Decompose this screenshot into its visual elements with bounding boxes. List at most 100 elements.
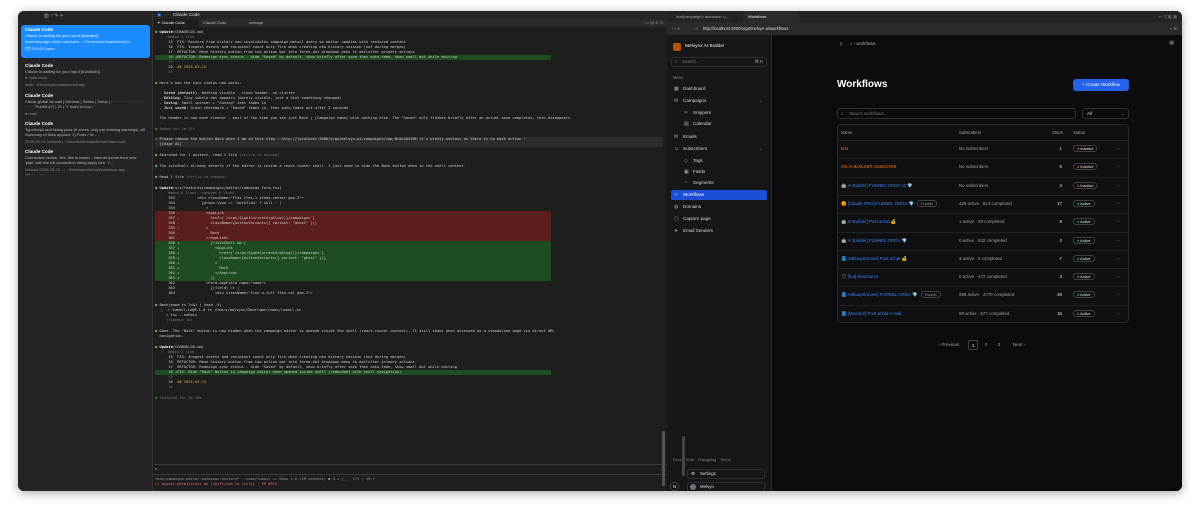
row-menu-icon[interactable]: ⋯ — [1116, 306, 1120, 323]
sidebar-item-campaigns[interactable]: ✉ Campaigns ⌄ — [671, 96, 767, 106]
table-row[interactable]: 📘 AIBlueprint.dev] Post achat 💰 3 active… — [838, 249, 1130, 268]
terms-link[interactable]: Terms — [720, 458, 730, 462]
workflow-steps: 17 — [1057, 200, 1062, 206]
session-item[interactable]: Claude Code Check global ds mail | Gener… — [21, 91, 150, 116]
sidebar-search-input[interactable]: ⌕ Search... ⌘ K — [671, 57, 767, 67]
table-row[interactable]: 🤖 AI Builder] FUNNEL ORGA v2 💎 No subscr… — [838, 176, 1130, 195]
table-row[interactable]: 🎵 [hot] Ressource 0 active · 472 complet… — [838, 268, 1130, 285]
sidebar-item-subscribers[interactable]: ☺ Subscribers ⌄ — [671, 144, 767, 154]
workflow-name[interactable]: 🤖 AI Builder] FUNNEL ORGA v2 💎 — [841, 178, 913, 195]
sidebar-item-email-senders[interactable]: ➤ Email Senders — [671, 226, 767, 236]
user-menu-button[interactable]: Melvyn — [687, 482, 765, 491]
status-filter-select[interactable]: All ⌄ — [1082, 108, 1129, 119]
next-logo-icon[interactable]: N — [670, 482, 679, 491]
previous-page-link[interactable]: ‹ Previous — [936, 340, 962, 350]
chevron-down-icon[interactable]: ⌄ — [759, 144, 763, 154]
url-field[interactable]: http://localhost:3000/orgs/melvyn-ai/wor… — [703, 22, 788, 35]
page-title: Workflows — [837, 79, 888, 90]
prompt-divider-bottom — [153, 474, 667, 475]
table-row[interactable]: CN AI BUILDER SUBSCRIB No subscribers 5 … — [838, 158, 1130, 175]
sidebar-toolbar-icons[interactable]: ▥ ◔ ✎ + — [44, 13, 63, 19]
session-item[interactable]: Claude Code TypeScript and listing pass … — [21, 119, 150, 143]
sidebar-item-domains[interactable]: ◍ Domains — [671, 202, 767, 212]
sidebar-item-dashboard[interactable]: ▦ Dashboard — [671, 84, 767, 94]
col-subscribers[interactable]: Subscribers — [959, 125, 981, 140]
nav-icon: ➤ — [674, 228, 679, 234]
row-menu-icon[interactable]: ⋯ — [1116, 269, 1120, 286]
settings-button[interactable]: ⚙ Settings — [687, 469, 765, 479]
browser-window-controls-icon[interactable]: ▭ ◫ ◧ ▦ — [1159, 11, 1177, 22]
row-menu-icon[interactable]: ⋯ — [1116, 287, 1120, 304]
table-row[interactable]: 📘 AIBlueprint.dev] FUNNEL ORGA 💎 Funnel … — [838, 286, 1130, 303]
workflow-steps: 3 — [1059, 182, 1062, 188]
back-forward-icon[interactable]: ‹ › ⟳ — [672, 22, 681, 35]
row-menu-icon[interactable]: ⋯ — [1116, 233, 1120, 250]
session-item[interactable]: Claude Code Connection works. Yes, this … — [21, 147, 150, 175]
row-menu-icon[interactable]: ⋯ — [1116, 214, 1120, 231]
col-status[interactable]: Status — [1073, 125, 1085, 140]
prompt-input[interactable]: > — [155, 467, 157, 472]
sidebar-toggle-icon[interactable]: ▯ — [840, 41, 842, 46]
session-meta: main ~/Developer/saas/lumail.app — [25, 81, 86, 87]
row-menu-icon[interactable]: ⋯ — [1116, 141, 1120, 158]
funnel-badge: Funnel — [920, 291, 941, 299]
create-workflow-button[interactable]: + Create Workflow — [1073, 79, 1129, 91]
workflow-name[interactable]: 🎵 [hot] Ressource — [841, 269, 878, 286]
sidebar-item-snippets[interactable]: ✂ Snippets — [681, 108, 767, 118]
terminal-tab-1[interactable]: ✦ Claude Code — [153, 19, 199, 27]
prompt-divider-top — [153, 464, 667, 465]
docs-link[interactable]: Docs — [673, 458, 682, 462]
page-3[interactable]: 3 — [994, 340, 1004, 350]
sidebar-scrollbar[interactable] — [682, 436, 685, 476]
org-name[interactable]: Melvynx AI Builder — [685, 43, 724, 51]
page-2[interactable]: 2 — [981, 340, 991, 350]
session-item[interactable]: Claude Code Claude is waiting for your i… — [21, 25, 150, 58]
search-workflows-input[interactable]: ⌕ Search workflows... — [837, 108, 1076, 119]
browser-tab-pr[interactable]: feat(campaign): autosave, u... — [671, 11, 743, 22]
table-row[interactable]: test No subscribers 1 ● Inactive ⋯ — [838, 140, 1130, 157]
browser-tab-workflows[interactable]: Workflows — [743, 11, 799, 22]
sidebar-item-workflows[interactable]: ⟲ Workflows — [671, 190, 767, 200]
session-item[interactable]: Claude Code Claude is waiting for your i… — [21, 61, 150, 87]
terminal-scrollbar[interactable] — [662, 431, 665, 486]
sidebar-item-segments[interactable]: ◔ Segments — [681, 178, 767, 188]
workflow-steps: 8 — [1059, 219, 1062, 225]
home-icon[interactable]: ⌂ — [850, 41, 853, 46]
workflow-name[interactable]: 🟠 [Claude PRO] FUNNEL ORGA 💎 Funnel — [841, 196, 937, 213]
page-1[interactable]: 1 — [968, 340, 978, 350]
terminal-tab-3[interactable]: webapp — [245, 19, 291, 27]
workflow-name[interactable]: test — [841, 141, 848, 158]
table-row[interactable]: 📘 [Membre] Post achat e-mail 99 active ·… — [838, 304, 1130, 323]
changelog-link[interactable]: Changelog — [698, 458, 716, 462]
next-page-link[interactable]: Next › — [1008, 340, 1030, 350]
workflow-name[interactable]: 📘 AIBlueprint.dev] Post achat 💰 — [841, 251, 907, 268]
row-menu-icon[interactable]: ⋯ — [1116, 178, 1120, 195]
panel-toggle-icon[interactable]: ▦ — [1169, 40, 1174, 46]
sidebar-item-tags[interactable]: ◇ Tags — [681, 156, 767, 166]
chevron-down-icon[interactable]: ⌄ — [759, 96, 763, 106]
col-steps[interactable]: Steps — [1052, 125, 1063, 140]
terminal-tab-actions-icon[interactable]: ▭ ▤ ⊕ ⊖ — [645, 19, 663, 27]
sidebar-item-emails[interactable]: ✉ Emails — [671, 132, 767, 142]
col-name[interactable]: Name — [841, 125, 852, 140]
workflow-name[interactable]: 📘 [Membre] Post achat e-mail — [841, 306, 901, 323]
table-row[interactable]: 🤖 AI Builder] Post achat 💰 1 active · 29… — [838, 213, 1130, 230]
row-menu-icon[interactable]: ⋯ — [1116, 251, 1120, 268]
table-row[interactable]: 🟠 [Claude PRO] FUNNEL ORGA 💎 Funnel 429 … — [838, 194, 1130, 213]
workflow-name[interactable]: 📘 AIBlueprint.dev] FUNNEL ORGA 💎 Funnel — [841, 287, 941, 304]
workflow-name[interactable]: 🤖 AI Builder] FUNNEL ORGA 💎 — [841, 233, 907, 250]
sidebar-item-capture-page[interactable]: ▢ Capture page — [671, 214, 767, 224]
workflow-name[interactable]: 🤖 AI Builder] Post achat 💰 — [841, 214, 896, 231]
sidebar-item-label: Capture page — [683, 216, 711, 221]
workflow-name[interactable]: CN AI BUILDER SUBSCRIB — [841, 159, 896, 176]
table-row[interactable]: 🤖 AI Builder] FUNNEL ORGA 💎 0 active · 5… — [838, 231, 1130, 250]
status-badge: ● Active — [1073, 287, 1095, 304]
sidebar-item-calendar[interactable]: ▤ Calendar — [681, 119, 767, 129]
browser-toolbar-icons[interactable]: ◐ ⊞ — [1170, 22, 1177, 35]
chat-link[interactable]: Chat — [686, 458, 694, 462]
sidebar-item-label: Emails — [683, 134, 697, 139]
terminal-tab-2[interactable]: Claude Code — [199, 19, 245, 27]
row-menu-icon[interactable]: ⋯ — [1116, 159, 1120, 176]
row-menu-icon[interactable]: ⋯ — [1116, 196, 1120, 213]
sidebar-item-fields[interactable]: ▣ Fields — [681, 167, 767, 177]
